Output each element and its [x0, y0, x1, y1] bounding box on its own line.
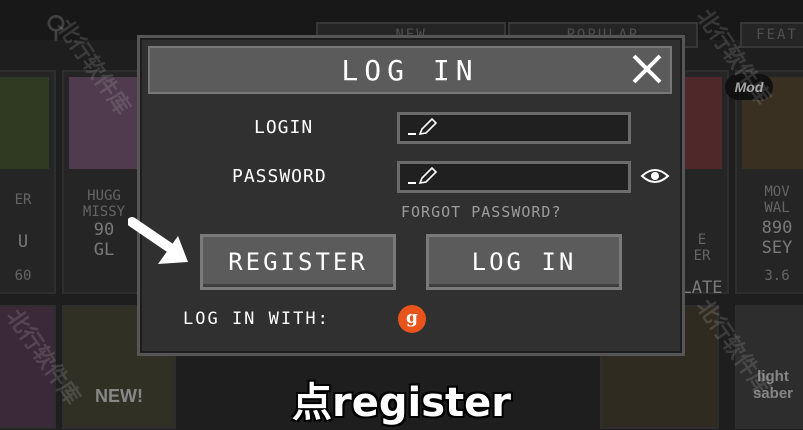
dialog-header: LOG IN [148, 46, 672, 94]
google-icon[interactable]: g [398, 305, 426, 333]
close-icon[interactable] [628, 50, 666, 88]
caption: 点register [292, 380, 511, 426]
pencil-icon [406, 166, 438, 190]
log-in-with-label: LOG IN WITH: [183, 309, 330, 329]
login-dialog: LOG IN LOGIN PASSWORD FORGOT PASSWORD? R… [137, 35, 685, 356]
login-label: LOGIN [254, 117, 314, 138]
register-button[interactable]: REGISTER [200, 234, 396, 290]
login-button[interactable]: LOG IN [426, 234, 622, 290]
arrow-icon [127, 212, 198, 276]
eye-icon[interactable] [640, 166, 670, 190]
login-field[interactable] [397, 112, 631, 144]
dialog-title: LOG IN [341, 54, 479, 87]
forgot-password-link[interactable]: FORGOT PASSWORD? [401, 203, 562, 221]
password-field[interactable] [397, 161, 631, 193]
pencil-icon [406, 117, 438, 141]
password-label: PASSWORD [232, 166, 327, 187]
